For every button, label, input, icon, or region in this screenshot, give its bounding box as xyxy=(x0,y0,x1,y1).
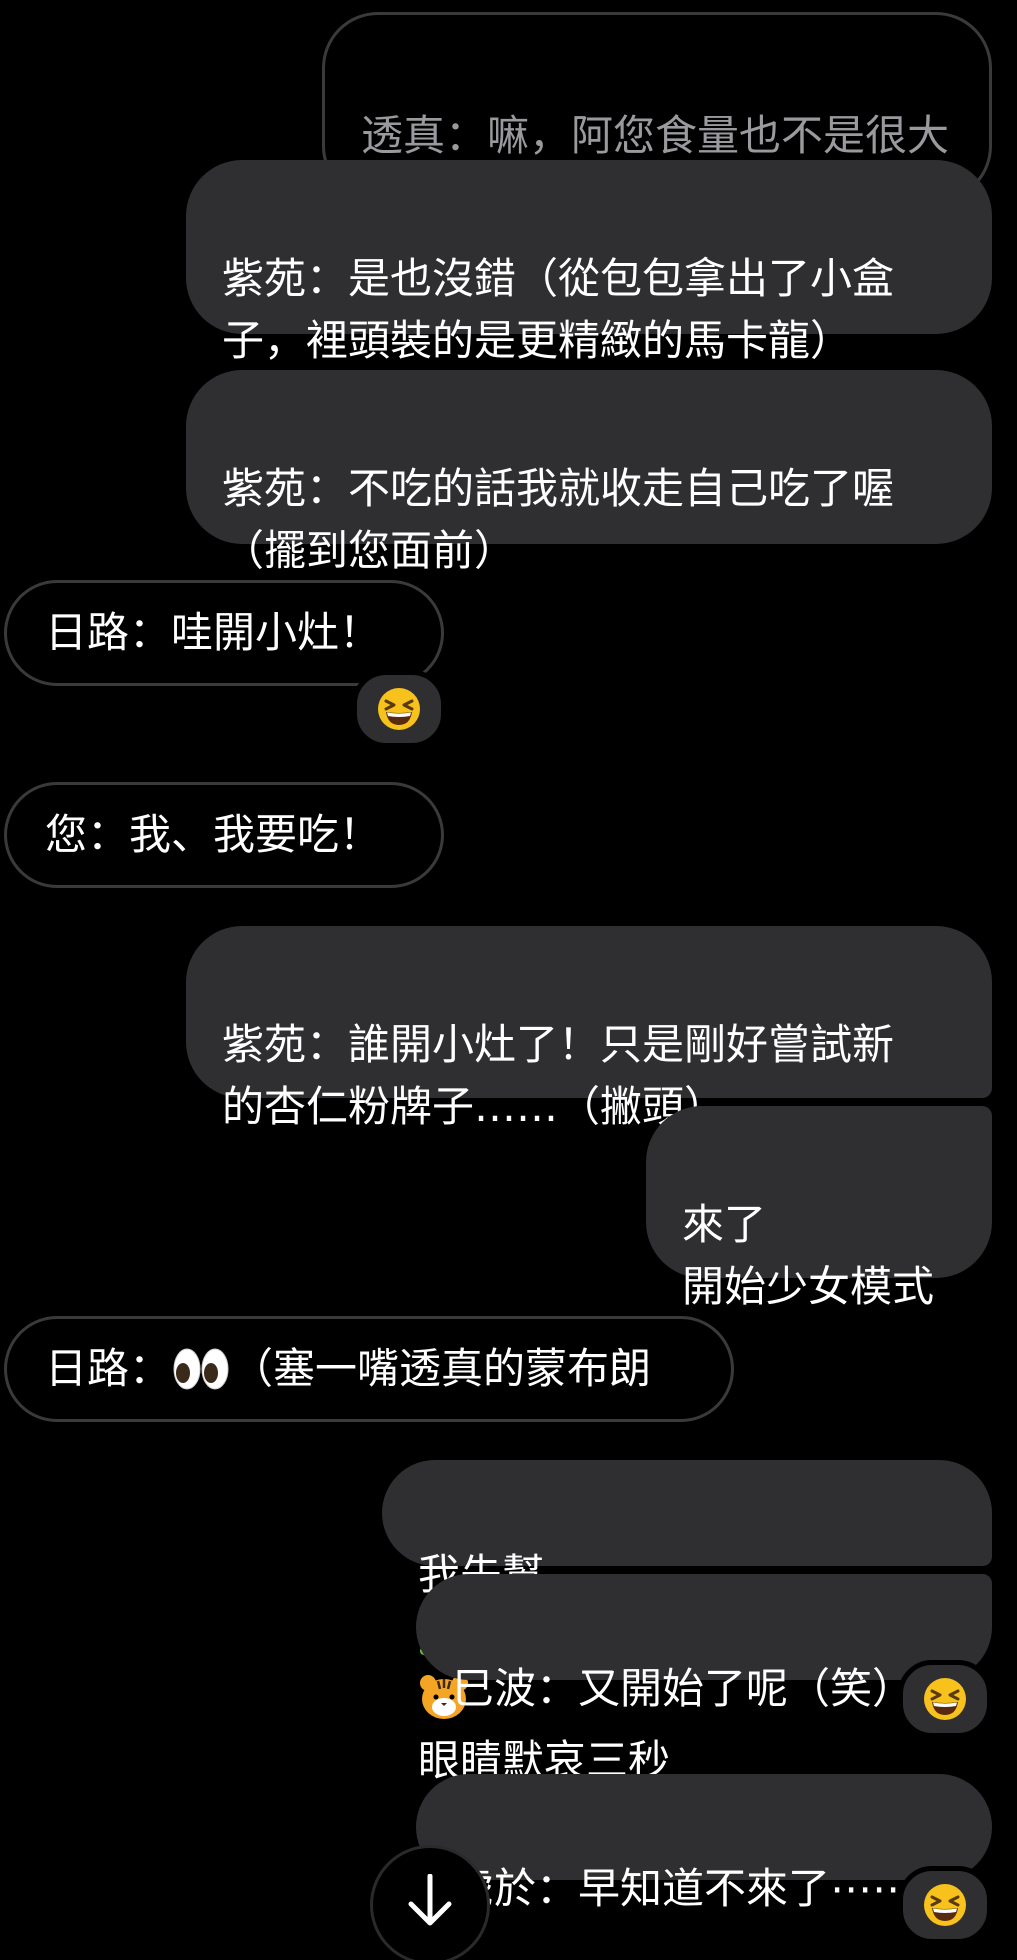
message-text: 紫苑：不吃的話我就收走自己吃了喔 （擺到您面前） xyxy=(222,464,895,575)
outgoing-message[interactable]: 紫苑：不吃的話我就收走自己吃了喔 （擺到您面前） xyxy=(186,370,992,575)
message-text: 來了 開始少女模式 xyxy=(682,1200,935,1311)
incoming-message[interactable]: 您：我、我要吃！ xyxy=(4,782,444,888)
scroll-to-bottom-button[interactable] xyxy=(370,1845,490,1960)
outgoing-message[interactable]: 巳波：又開始了呢（笑） xyxy=(416,1574,992,1713)
chat-thread[interactable]: 透真：嘛，阿您食量也不是很大 嘛，吃不下或許也是情有可原 紫苑：是也沒錯（從包包… xyxy=(0,0,1017,1960)
message-reaction[interactable] xyxy=(352,670,446,748)
message-reaction[interactable] xyxy=(898,1866,992,1944)
outgoing-message[interactable]: 紫苑：誰開小灶了！只是剛好嘗試新 的杏仁粉牌子……（撇頭） xyxy=(186,926,992,1131)
message-text: 您：我、我要吃！ xyxy=(45,810,382,859)
eyes-icon xyxy=(173,1348,229,1390)
incoming-message[interactable]: 日路： （塞一嘴透真的蒙布朗 xyxy=(4,1316,734,1422)
outgoing-message[interactable]: 來了 開始少女模式 xyxy=(646,1106,992,1311)
message-reaction[interactable] xyxy=(898,1660,992,1738)
message-text-suffix: （塞一嘴透真的蒙布朗 xyxy=(231,1344,652,1393)
grinning-squinting-face-icon xyxy=(377,687,421,731)
message-text: 虎於：早知道不來了⋯⋯ xyxy=(452,1864,915,1913)
arrow-down-icon xyxy=(408,1874,452,1926)
message-text: 巳波：又開始了呢（笑） xyxy=(452,1664,915,1713)
outgoing-message[interactable]: 紫苑：是也沒錯（從包包拿出了小盒 子，裡頭裝的是更精緻的馬卡龍） xyxy=(186,160,992,365)
grinning-squinting-face-icon xyxy=(923,1677,967,1721)
grinning-squinting-face-icon xyxy=(923,1883,967,1927)
outgoing-message[interactable]: 我先幫 眼睛默哀三秒 xyxy=(382,1460,992,1785)
outgoing-message[interactable]: 虎於：早知道不來了⋯⋯ xyxy=(416,1774,992,1913)
message-text: 紫苑：是也沒錯（從包包拿出了小盒 子，裡頭裝的是更精緻的馬卡龍） xyxy=(222,254,895,365)
message-text-prefix: 日路： xyxy=(45,1344,172,1393)
message-text: 日路：哇開小灶！ xyxy=(45,608,382,657)
